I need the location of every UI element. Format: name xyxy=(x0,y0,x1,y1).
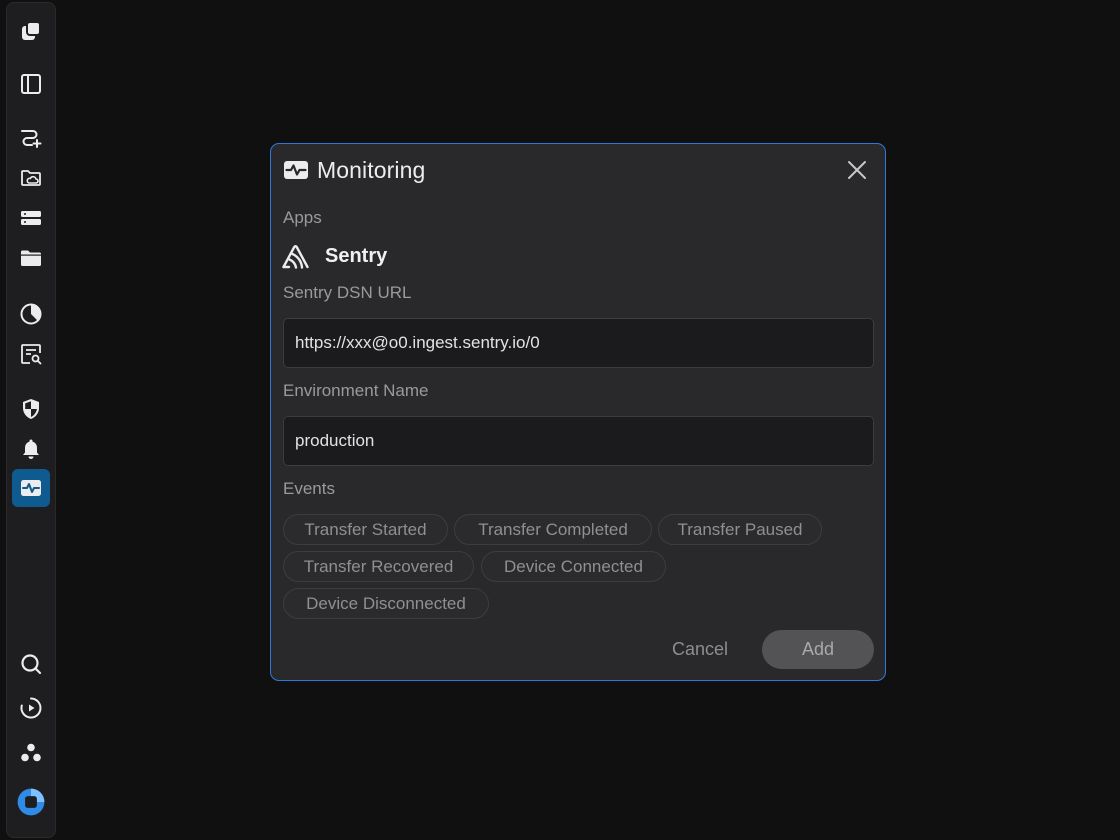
apps-label: Apps xyxy=(283,208,322,227)
dialog-title: Monitoring xyxy=(317,156,426,183)
folder-cloud-icon xyxy=(21,170,41,186)
environment-label: Environment Name xyxy=(283,381,429,400)
bell-icon xyxy=(23,439,39,459)
monitoring-dialog: Monitoring Apps Sentry Sentry DSN URL En… xyxy=(270,143,886,681)
events-label: Events xyxy=(283,479,335,498)
sidebar-item-panel[interactable] xyxy=(12,65,50,103)
sidebar-item-community[interactable] xyxy=(12,734,50,772)
sidebar-item-app-logo[interactable] xyxy=(12,12,50,50)
event-chip-device-connected[interactable]: Device Connected xyxy=(481,551,666,582)
app-logo-icon xyxy=(22,21,41,40)
storage-icon xyxy=(21,211,41,225)
event-chip-device-disconnected[interactable]: Device Disconnected xyxy=(283,588,489,619)
environment-name-input[interactable] xyxy=(283,416,874,466)
sidebar-item-brand[interactable] xyxy=(12,783,50,821)
play-history-icon xyxy=(20,697,42,719)
community-icon xyxy=(21,743,41,762)
event-chip-transfer-started[interactable]: Transfer Started xyxy=(283,514,448,545)
app-name: Sentry xyxy=(325,244,388,267)
dsn-label: Sentry DSN URL xyxy=(283,283,412,302)
monitoring-icon xyxy=(21,480,41,496)
sidebar-item-notifications[interactable] xyxy=(12,430,50,468)
event-chip-transfer-completed[interactable]: Transfer Completed xyxy=(454,514,652,545)
dsn-url-input[interactable] xyxy=(283,318,874,368)
monitoring-icon xyxy=(284,161,308,179)
sidebar-item-search[interactable] xyxy=(12,645,50,683)
sidebar-item-activity[interactable] xyxy=(12,689,50,727)
app-sentry[interactable]: Sentry xyxy=(281,240,387,272)
sidebar-item-files[interactable] xyxy=(12,239,50,277)
log-search-icon xyxy=(21,344,42,365)
sidebar-item-cloud-folders[interactable] xyxy=(12,159,50,197)
sidebar xyxy=(6,2,56,838)
pie-chart-icon xyxy=(20,303,42,325)
folder-icon xyxy=(21,250,41,266)
sidebar-item-analytics[interactable] xyxy=(12,295,50,333)
shield-icon xyxy=(23,399,39,419)
panel-left-icon xyxy=(21,74,41,94)
sidebar-item-monitoring[interactable] xyxy=(12,469,50,507)
sidebar-item-logs[interactable] xyxy=(12,335,50,373)
close-button[interactable] xyxy=(843,156,871,184)
add-button[interactable]: Add xyxy=(762,630,874,669)
brand-logo-icon xyxy=(17,788,45,816)
cancel-button[interactable]: Cancel xyxy=(655,630,745,668)
sidebar-item-routes[interactable] xyxy=(12,119,50,157)
sidebar-item-storage[interactable] xyxy=(12,199,50,237)
dialog-header: Monitoring xyxy=(283,154,873,186)
close-icon xyxy=(848,161,866,179)
sentry-logo-icon xyxy=(282,245,309,269)
search-icon xyxy=(21,654,42,675)
route-add-icon xyxy=(21,130,42,148)
sidebar-item-security[interactable] xyxy=(12,390,50,428)
event-chip-transfer-recovered[interactable]: Transfer Recovered xyxy=(283,551,474,582)
event-chip-transfer-paused[interactable]: Transfer Paused xyxy=(658,514,822,545)
